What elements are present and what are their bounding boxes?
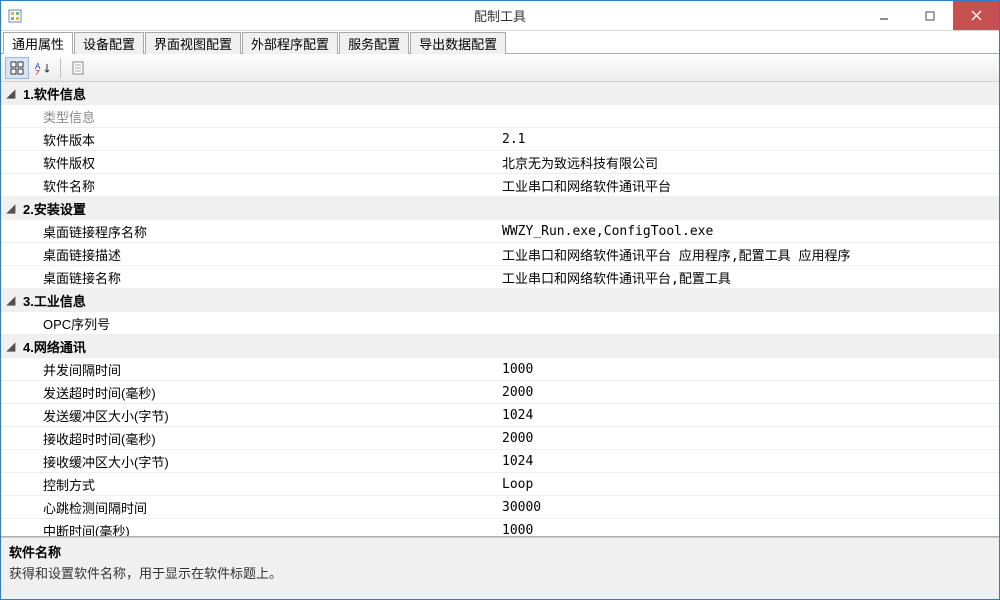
tab-4[interactable]: 服务配置 (339, 32, 409, 54)
property-label: 中断时间(毫秒) (21, 521, 496, 538)
maximize-button[interactable] (907, 1, 953, 30)
property-row[interactable]: 桌面链接描述工业串口和网络软件通讯平台 应用程序,配置工具 应用程序 (1, 243, 999, 266)
property-row[interactable]: 软件版权北京无为致远科技有限公司 (1, 151, 999, 174)
categorized-icon (10, 61, 24, 75)
collapse-icon[interactable]: ◢ (1, 202, 21, 215)
tab-3[interactable]: 外部程序配置 (242, 32, 338, 54)
property-value[interactable]: 2.1 (496, 132, 999, 147)
property-row[interactable]: 发送超时时间(毫秒)2000 (1, 381, 999, 404)
property-value[interactable]: 1000 (496, 362, 999, 377)
property-label: 心跳检测间隔时间 (21, 498, 496, 517)
property-row[interactable]: 桌面链接程序名称WWZY_Run.exe,ConfigTool.exe (1, 220, 999, 243)
category-label: 1.软件信息 (21, 84, 496, 103)
description-title: 软件名称 (9, 542, 991, 561)
pages-icon (71, 61, 85, 75)
property-label: 软件版权 (21, 153, 496, 172)
property-value[interactable]: 2000 (496, 385, 999, 400)
category-2[interactable]: ◢3.工业信息 (1, 289, 999, 312)
category-label: 2.安装设置 (21, 199, 496, 218)
app-window: 配制工具 通用属性设备配置界面视图配置外部程序配置服务配置导出数据配置 (0, 0, 1000, 600)
property-label: 桌面链接程序名称 (21, 222, 496, 241)
property-row[interactable]: 心跳检测间隔时间30000 (1, 496, 999, 519)
property-label: 接收超时时间(毫秒) (21, 429, 496, 448)
property-label: 发送超时时间(毫秒) (21, 383, 496, 402)
tab-0[interactable]: 通用属性 (3, 32, 73, 54)
property-value[interactable]: 工业串口和网络软件通讯平台 应用程序,配置工具 应用程序 (496, 245, 999, 264)
property-label: 控制方式 (21, 475, 496, 494)
tab-strip: 通用属性设备配置界面视图配置外部程序配置服务配置导出数据配置 (1, 31, 999, 54)
property-value[interactable]: 工业串口和网络软件通讯平台 (496, 176, 999, 195)
close-button[interactable] (953, 1, 999, 30)
property-label: 类型信息 (21, 107, 496, 126)
category-label: 4.网络通讯 (21, 337, 496, 356)
sort-az-icon: A Z (35, 61, 51, 75)
property-row[interactable]: 发送缓冲区大小(字节)1024 (1, 404, 999, 427)
tab-2[interactable]: 界面视图配置 (145, 32, 241, 54)
window-controls (861, 1, 999, 30)
window-title: 配制工具 (474, 6, 526, 25)
property-value[interactable]: 1000 (496, 523, 999, 538)
property-label: 接收缓冲区大小(字节) (21, 452, 496, 471)
property-row[interactable]: 桌面链接名称工业串口和网络软件通讯平台,配置工具 (1, 266, 999, 289)
property-value[interactable]: WWZY_Run.exe,ConfigTool.exe (496, 224, 999, 239)
property-value[interactable]: 1024 (496, 408, 999, 423)
app-icon (1, 8, 29, 24)
category-label: 3.工业信息 (21, 291, 496, 310)
property-value[interactable]: 30000 (496, 500, 999, 515)
description-panel: 软件名称 获得和设置软件名称，用于显示在软件标题上。 (1, 537, 999, 599)
property-value[interactable]: 1024 (496, 454, 999, 469)
property-row[interactable]: OPC序列号 (1, 312, 999, 335)
property-row[interactable]: 接收超时时间(毫秒)2000 (1, 427, 999, 450)
property-label: OPC序列号 (21, 314, 496, 333)
property-row[interactable]: 并发间隔时间1000 (1, 358, 999, 381)
property-value[interactable]: 工业串口和网络软件通讯平台,配置工具 (496, 268, 999, 287)
property-value[interactable]: 2000 (496, 431, 999, 446)
property-row[interactable]: 中断时间(毫秒)1000 (1, 519, 999, 537)
tab-5[interactable]: 导出数据配置 (410, 32, 506, 54)
category-1[interactable]: ◢2.安装设置 (1, 197, 999, 220)
categorized-view-button[interactable] (5, 57, 29, 79)
property-toolbar: A Z (1, 54, 999, 82)
property-label: 发送缓冲区大小(字节) (21, 406, 496, 425)
property-label: 并发间隔时间 (21, 360, 496, 379)
collapse-icon[interactable]: ◢ (1, 340, 21, 353)
toolbar-separator (60, 58, 61, 78)
category-3[interactable]: ◢4.网络通讯 (1, 335, 999, 358)
tab-1[interactable]: 设备配置 (74, 32, 144, 54)
collapse-icon[interactable]: ◢ (1, 294, 21, 307)
property-grid[interactable]: ◢1.软件信息类型信息软件版本2.1软件版权北京无为致远科技有限公司软件名称工业… (1, 82, 999, 537)
property-label: 桌面链接名称 (21, 268, 496, 287)
property-row[interactable]: 类型信息 (1, 105, 999, 128)
collapse-icon[interactable]: ◢ (1, 87, 21, 100)
alphabetical-view-button[interactable]: A Z (31, 57, 55, 79)
description-text: 获得和设置软件名称，用于显示在软件标题上。 (9, 563, 991, 582)
property-row[interactable]: 软件名称工业串口和网络软件通讯平台 (1, 174, 999, 197)
property-value[interactable]: 北京无为致远科技有限公司 (496, 153, 999, 172)
svg-text:Z: Z (35, 69, 40, 75)
property-pages-button[interactable] (66, 57, 90, 79)
property-value[interactable]: Loop (496, 477, 999, 492)
property-row[interactable]: 软件版本2.1 (1, 128, 999, 151)
property-row[interactable]: 控制方式Loop (1, 473, 999, 496)
property-label: 软件名称 (21, 176, 496, 195)
property-label: 软件版本 (21, 130, 496, 149)
minimize-button[interactable] (861, 1, 907, 30)
property-label: 桌面链接描述 (21, 245, 496, 264)
title-bar: 配制工具 (1, 1, 999, 31)
property-row[interactable]: 接收缓冲区大小(字节)1024 (1, 450, 999, 473)
category-0[interactable]: ◢1.软件信息 (1, 82, 999, 105)
